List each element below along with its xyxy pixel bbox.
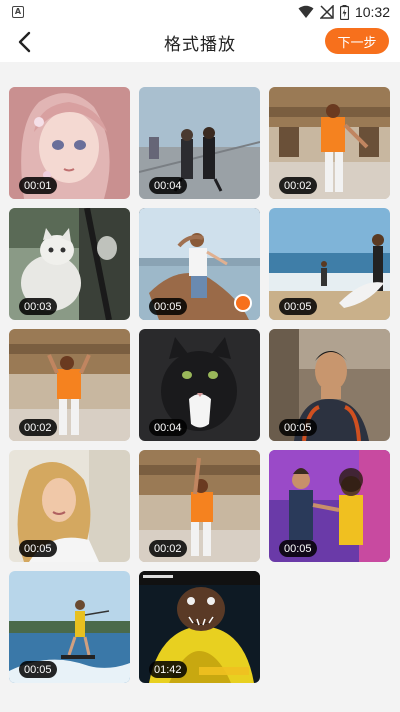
video-duration: 00:02 xyxy=(19,419,57,436)
video-duration: 00:05 xyxy=(279,419,317,436)
video-duration: 01:42 xyxy=(149,661,187,678)
video-duration: 00:03 xyxy=(19,298,57,315)
video-thumbnail[interactable]: 00:04 xyxy=(139,329,260,441)
signal-off-icon xyxy=(319,5,334,19)
video-duration: 00:05 xyxy=(19,540,57,557)
video-thumbnail[interactable]: 00:05 xyxy=(269,450,390,562)
status-bar: A 10:32 xyxy=(0,0,400,24)
video-duration: 00:02 xyxy=(149,540,187,557)
video-thumbnail[interactable]: 01:42 xyxy=(139,571,260,683)
video-thumbnail[interactable]: 00:02 xyxy=(9,329,130,441)
video-thumbnail[interactable]: 00:04 xyxy=(139,87,260,199)
video-grid: 00:01 00:04 00:02 00:03 00:05 00:05 00:0… xyxy=(9,87,390,683)
video-thumbnail[interactable]: 00:01 xyxy=(9,87,130,199)
video-gallery: 00:01 00:04 00:02 00:03 00:05 00:05 00:0… xyxy=(0,62,400,712)
battery-icon xyxy=(339,4,349,20)
video-duration: 00:05 xyxy=(149,298,187,315)
video-thumbnail[interactable]: 00:02 xyxy=(139,450,260,562)
video-duration: 00:05 xyxy=(279,540,317,557)
wifi-icon xyxy=(298,5,314,18)
video-thumbnail[interactable]: 00:05 xyxy=(139,208,260,320)
selected-indicator[interactable] xyxy=(234,294,252,312)
video-thumbnail[interactable]: 00:05 xyxy=(269,329,390,441)
top-app-bar: 格式播放 下一步 xyxy=(0,24,400,60)
next-step-button[interactable]: 下一步 xyxy=(325,28,389,54)
video-duration: 00:01 xyxy=(19,177,57,194)
video-duration: 00:02 xyxy=(279,177,317,194)
status-time: 10:32 xyxy=(354,4,390,20)
app-notification-icon: A xyxy=(12,6,24,18)
video-thumbnail[interactable]: 00:02 xyxy=(269,87,390,199)
video-duration: 00:04 xyxy=(149,177,187,194)
video-duration: 00:05 xyxy=(19,661,57,678)
video-thumbnail[interactable]: 00:05 xyxy=(9,450,130,562)
video-thumbnail[interactable]: 00:05 xyxy=(269,208,390,320)
video-thumbnail[interactable]: 00:03 xyxy=(9,208,130,320)
video-thumbnail[interactable]: 00:05 xyxy=(9,571,130,683)
video-duration: 00:04 xyxy=(149,419,187,436)
video-duration: 00:05 xyxy=(279,298,317,315)
